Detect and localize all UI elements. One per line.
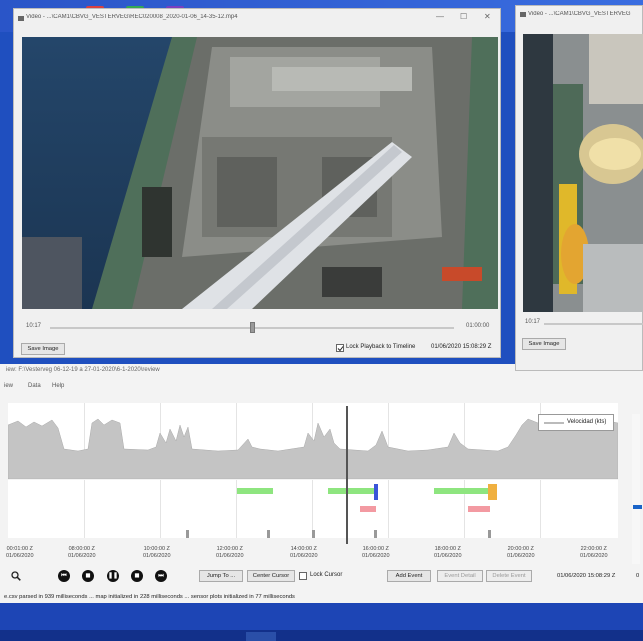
- maximize-icon[interactable]: ☐: [460, 12, 467, 21]
- tick-time: 22:00:00 Z: [580, 546, 607, 552]
- time-tick: 14:00:00 Z 01/06/2020: [290, 546, 318, 560]
- jump-to-button[interactable]: Jump To ...: [199, 570, 243, 582]
- menubar: iew Data Help: [0, 382, 643, 393]
- menu-data[interactable]: Data: [28, 383, 41, 389]
- tick-date: 01/06/2020: [216, 553, 244, 559]
- time-tick: 16:00:00 Z 01/06/2020: [362, 546, 390, 560]
- video-seek-thumb[interactable]: [250, 322, 255, 333]
- lock-playback-checkbox[interactable]: [336, 344, 344, 352]
- menu-view[interactable]: iew: [4, 383, 13, 389]
- time-tick: 10:00:00 Z 01/06/2020: [143, 546, 171, 560]
- sensor-tick: [186, 530, 189, 538]
- video-frame-main[interactable]: [22, 37, 498, 309]
- tick-date: 01/06/2020: [434, 553, 462, 559]
- sensor-tick: [267, 530, 270, 538]
- velocity-series: [8, 418, 618, 479]
- lock-cursor-label: Lock Cursor: [310, 572, 343, 578]
- taskbar-item[interactable]: [246, 632, 276, 641]
- time-tick: 08:00:00 Z 01/06/2020: [68, 546, 96, 560]
- tick-date: 01/06/2020: [143, 553, 171, 559]
- video-time-start: 10:17: [525, 319, 541, 325]
- sensor-tick: [312, 530, 315, 538]
- cursor-timestamp: 01/06/2020 15:08:29 Z: [557, 573, 616, 579]
- tick-date: 01/06/2020: [6, 553, 34, 559]
- sensor-tick: [488, 530, 491, 538]
- video-time-end: 01:00:00: [466, 323, 490, 329]
- lock-cursor-checkbox[interactable]: [299, 572, 307, 580]
- time-tick: 12:00:00 Z 01/06/2020: [216, 546, 244, 560]
- skip-forward-icon[interactable]: ⏭: [155, 570, 167, 582]
- minimize-icon[interactable]: —: [436, 12, 444, 21]
- save-image-button[interactable]: Save Image: [21, 343, 65, 355]
- taskbar: [0, 630, 643, 641]
- check-icon: [337, 346, 344, 352]
- video-window-title: Video - ...\CAM1\CBVG_VESTERVEG\REC02000…: [26, 14, 238, 20]
- status-bar: e.csv parsed in 939 milliseconds ... map…: [4, 594, 295, 600]
- time-tick: 18:00:00 Z 01/06/2020: [434, 546, 462, 560]
- event-marker-orange: [488, 484, 497, 500]
- event-bars: [186, 484, 497, 538]
- legend-label: Velocidad (kts): [567, 419, 607, 425]
- tick-time: 00:01:00 Z: [6, 546, 33, 552]
- video-seek-track[interactable]: [544, 323, 643, 325]
- pause-icon[interactable]: ❚❚: [107, 570, 119, 582]
- time-tick: 22:00:00 Z 01/06/2020: [580, 546, 608, 560]
- add-event-button[interactable]: Add Event: [387, 570, 431, 582]
- tick-time: 12:00:00 Z: [216, 546, 243, 552]
- cursor-timestamp-cut: 0: [636, 573, 640, 579]
- video-window-title: Video - ...\CAM1\CBVG_VESTERVEG: [528, 11, 631, 17]
- velocity-plot[interactable]: [8, 403, 618, 479]
- time-tick: 20:00:00 Z 01/06/2020: [507, 546, 535, 560]
- skip-back-icon[interactable]: ⏮: [58, 570, 70, 582]
- video-window-main: Video - ...\CAM1\CBVG_VESTERVEG\REC02000…: [13, 8, 501, 358]
- step-back-icon[interactable]: ◼: [82, 570, 94, 582]
- event-bar-green: [434, 488, 490, 494]
- vertical-scrollbar[interactable]: [632, 414, 640, 564]
- tick-date: 01/06/2020: [580, 553, 608, 559]
- tick-time: 10:00:00 Z: [143, 546, 170, 552]
- app-title: iew: F:\Vesterveg 06-12-19 a 27-01-2020\…: [6, 367, 160, 373]
- tick-time: 08:00:00 Z: [68, 546, 95, 552]
- scrollbar-thumb[interactable]: [633, 505, 642, 509]
- time-tick: 00:01:00 Z 01/06/2020: [6, 546, 34, 560]
- timeline-cursor[interactable]: [346, 406, 348, 544]
- tick-date: 01/06/2020: [362, 553, 390, 559]
- step-forward-icon[interactable]: ◼: [131, 570, 143, 582]
- tick-date: 01/06/2020: [68, 553, 96, 559]
- center-cursor-button[interactable]: Center Cursor: [247, 570, 295, 582]
- event-bar-green: [237, 488, 273, 494]
- video-timestamp: 01/06/2020 15:08:29 Z: [431, 344, 492, 350]
- video-icon: [520, 12, 526, 17]
- save-image-button[interactable]: Save Image: [522, 338, 566, 350]
- event-marker-blue: [374, 484, 378, 500]
- tick-time: 16:00:00 Z: [362, 546, 389, 552]
- video-icon: [18, 16, 24, 21]
- tick-date: 01/06/2020: [290, 553, 318, 559]
- event-bar-pink: [360, 506, 376, 512]
- video-frame-secondary[interactable]: [523, 34, 643, 312]
- legend-swatch: [544, 422, 564, 424]
- close-icon[interactable]: ✕: [484, 12, 491, 21]
- plot-legend: Velocidad (kts): [538, 414, 614, 431]
- video-image: [523, 34, 643, 312]
- video-image: [22, 37, 498, 309]
- zoom-icon[interactable]: [11, 571, 21, 581]
- video-window-secondary: Video - ...\CAM1\CBVG_VESTERVEG 10:17 Sa…: [515, 5, 643, 371]
- tick-time: 20:00:00 Z: [507, 546, 534, 552]
- event-detail-button[interactable]: Event Detail: [437, 570, 483, 582]
- tick-time: 18:00:00 Z: [434, 546, 461, 552]
- event-plot[interactable]: [8, 480, 618, 538]
- tick-date: 01/06/2020: [507, 553, 535, 559]
- tick-time: 14:00:00 Z: [290, 546, 317, 552]
- lock-playback-label: Lock Playback to Timeline: [346, 344, 416, 350]
- video-time-start: 10:17: [26, 323, 42, 329]
- delete-event-button[interactable]: Delete Event: [486, 570, 532, 582]
- menu-help[interactable]: Help: [52, 383, 64, 389]
- sensor-tick: [374, 530, 377, 538]
- event-bar-green: [328, 488, 376, 494]
- event-bar-pink: [468, 506, 490, 512]
